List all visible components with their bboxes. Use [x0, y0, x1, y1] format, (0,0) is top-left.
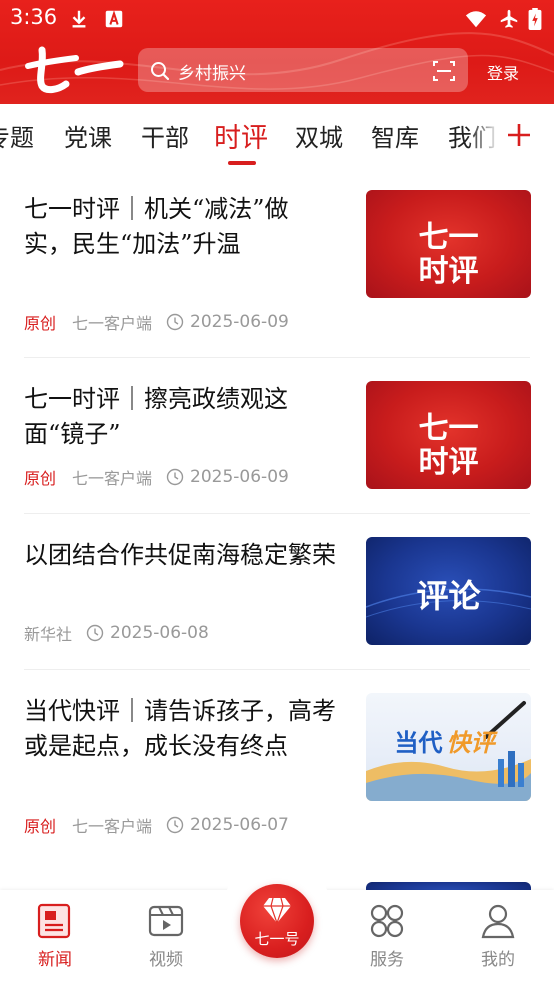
tab-zhuanti[interactable]: 专题 — [0, 118, 34, 153]
download-icon — [72, 10, 86, 28]
nav-label: 我的 — [481, 950, 515, 970]
battery-icon — [528, 8, 542, 30]
search-icon — [151, 62, 170, 81]
article-thumbnail[interactable]: 七一 时评 — [366, 190, 531, 298]
divider — [24, 357, 530, 358]
tab-ganbu[interactable]: 干部 — [141, 118, 189, 153]
original-tag: 原创 — [24, 314, 57, 333]
article-meta: 原创 七一客户端 2025-06-09 — [24, 311, 289, 333]
article-thumbnail[interactable]: 当代 快评 — [366, 693, 531, 801]
tab-shuangcheng[interactable]: 双城 — [295, 118, 343, 153]
search-placeholder: 乡村振兴 — [178, 64, 246, 84]
clock-icon — [166, 313, 184, 331]
active-tab-indicator — [228, 161, 256, 165]
video-icon — [148, 905, 184, 937]
article-date: 2025-06-08 — [110, 623, 209, 643]
article-title[interactable]: 七一时评｜擦亮政绩观这面“镜子” — [24, 382, 336, 452]
thumbnail-text-line2: 时评 — [418, 445, 479, 480]
category-tabs: 专题 党课 干部 时评 双城 智库 我们 — [0, 104, 554, 166]
tabs-fade — [468, 104, 500, 166]
nav-label: 视频 — [149, 950, 183, 970]
article-source: 七一客户端 — [72, 817, 153, 836]
airplane-mode-icon — [500, 9, 518, 28]
tab-dangke[interactable]: 党课 — [64, 118, 112, 153]
search-bar[interactable]: 乡村振兴 — [138, 48, 468, 92]
article-source: 七一客户端 — [72, 314, 153, 333]
article-thumbnail[interactable]: 评论 — [366, 537, 531, 645]
article-item[interactable]: 以团结合作共促南海稳定繁荣 新华社 2025-06-08 评论 — [0, 536, 554, 670]
article-item[interactable]: 七一时评｜擦亮政绩观这面“镜子” 原创 七一客户端 2025-06-09 七一 … — [0, 380, 554, 514]
services-icon — [370, 904, 404, 938]
status-bar: 3:36 — [0, 0, 554, 38]
divider — [24, 669, 530, 670]
wifi-icon — [465, 11, 487, 28]
app-header: 3:36 乡村振兴 登录 — [0, 0, 554, 104]
article-title[interactable]: 当代快评｜请告诉孩子，高考或是起点，成长没有终点 — [24, 694, 336, 764]
thumbnail-text-line2: 时评 — [418, 254, 479, 289]
article-meta: 原创 七一客户端 2025-06-09 — [24, 466, 289, 488]
article-thumbnail[interactable]: 七一 时评 — [366, 381, 531, 489]
add-channel-icon[interactable] — [506, 122, 532, 148]
article-item[interactable]: 当代快评｜请告诉孩子，高考或是起点，成长没有终点 原创 七一客户端 2025-0… — [0, 692, 554, 860]
clock-icon — [86, 624, 104, 642]
qiyihao-button[interactable]: 七一号 — [240, 884, 314, 958]
article-item[interactable]: 七一时评｜机关“减法”做实，民生“加法”升温 原创 七一客户端 2025-06-… — [0, 190, 554, 358]
article-title[interactable]: 七一时评｜机关“减法”做实，民生“加法”升温 — [24, 192, 336, 262]
article-source: 新华社 — [24, 625, 73, 644]
tab-shiping[interactable]: 时评 — [214, 116, 268, 155]
diamond-icon — [263, 897, 291, 924]
nav-news[interactable]: 新闻 — [0, 890, 110, 984]
clock-icon — [166, 816, 184, 834]
app-logo — [25, 46, 124, 94]
scan-icon[interactable] — [432, 59, 456, 83]
nav-label: 服务 — [370, 950, 404, 970]
center-button-label: 七一号 — [254, 930, 300, 948]
thumbnail-text: 评论 — [416, 577, 481, 615]
login-button[interactable]: 登录 — [487, 60, 519, 84]
clock-icon — [166, 468, 184, 486]
profile-icon — [481, 904, 515, 939]
nav-video[interactable]: 视频 — [111, 890, 221, 984]
notification-app-icon — [105, 10, 123, 28]
divider — [24, 513, 530, 514]
article-meta: 原创 七一客户端 2025-06-07 — [24, 814, 289, 836]
article-source: 七一客户端 — [72, 469, 153, 488]
article-meta: 新华社 2025-06-08 — [24, 622, 209, 644]
original-tag: 原创 — [24, 469, 57, 488]
article-date: 2025-06-09 — [190, 467, 289, 487]
tab-zhiku[interactable]: 智库 — [371, 118, 419, 153]
article-date: 2025-06-07 — [190, 815, 289, 835]
article-title[interactable]: 以团结合作共促南海稳定繁荣 — [24, 538, 336, 573]
status-time: 3:36 — [10, 5, 58, 29]
original-tag: 原创 — [24, 817, 57, 836]
news-icon — [37, 903, 71, 939]
nav-services[interactable]: 服务 — [332, 890, 442, 984]
article-date: 2025-06-09 — [190, 312, 289, 332]
thumbnail-text-line2: 快评 — [446, 729, 495, 757]
nav-profile[interactable]: 我的 — [443, 890, 553, 984]
nav-label: 新闻 — [38, 950, 72, 970]
